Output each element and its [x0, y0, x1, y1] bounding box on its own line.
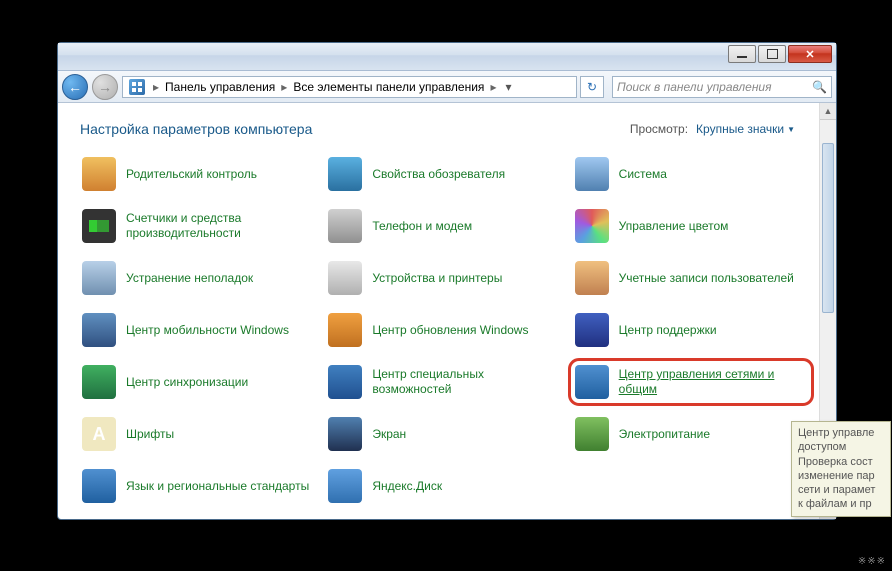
ic-system-icon [575, 157, 609, 191]
tooltip-line: изменение пар [798, 469, 884, 483]
cp-item[interactable]: Экран [326, 415, 562, 453]
cp-item-label: Учетные записи пользователей [619, 271, 794, 286]
scroll-thumb[interactable] [822, 143, 834, 313]
cp-item[interactable]: Язык и региональные стандарты [80, 467, 316, 505]
maximize-button[interactable] [758, 45, 786, 63]
page-title: Настройка параметров компьютера [80, 121, 312, 137]
ic-ease-icon [328, 365, 362, 399]
crumb-sep-icon: ▸ [149, 80, 163, 94]
cp-item-label: Телефон и модем [372, 219, 472, 234]
cp-item[interactable]: Система [573, 155, 809, 193]
cp-item[interactable]: Яндекс.Диск [326, 467, 562, 505]
content-area: Настройка параметров компьютера Просмотр… [58, 103, 836, 519]
forward-button[interactable]: → [92, 74, 118, 100]
cp-item-label: Центр поддержки [619, 323, 717, 338]
cp-item[interactable]: Учетные записи пользователей [573, 259, 809, 297]
cp-item-label: Язык и региональные стандарты [126, 479, 309, 494]
cp-item-label: Экран [372, 427, 406, 442]
items-grid: Родительский контроль Свойства обозревате… [80, 155, 815, 505]
ic-power-icon [575, 417, 609, 451]
cp-item[interactable]: Электропитание [573, 415, 809, 453]
navbar: ← → ▸ Панель управления ▸ Все элементы п… [58, 71, 836, 103]
cp-item-label: Устранение неполадок [126, 271, 253, 286]
cp-item-label: Счетчики и средства производительности [126, 211, 314, 241]
cp-item[interactable]: Телефон и модем [326, 207, 562, 245]
cp-item-label: Управление цветом [619, 219, 729, 234]
titlebar [58, 43, 836, 71]
content-header: Настройка параметров компьютера Просмотр… [80, 121, 815, 137]
search-placeholder: Поиск в панели управления [617, 80, 772, 94]
cp-item[interactable]: Родительский контроль [80, 155, 316, 193]
tooltip-line: к файлам и пр [798, 497, 884, 511]
view-mode-dropdown[interactable]: Крупные значки [696, 122, 795, 136]
breadcrumb-2[interactable]: Все элементы панели управления [291, 78, 486, 96]
cp-item[interactable]: Центр мобильности Windows [80, 311, 316, 349]
tooltip: Центр управле доступом Проверка сост изм… [791, 421, 891, 517]
minimize-button[interactable] [728, 45, 756, 63]
cp-item-label: Центр управления сетями и общим [619, 367, 807, 397]
cp-item[interactable]: Управление цветом [573, 207, 809, 245]
ic-phone-icon [328, 209, 362, 243]
cp-item[interactable]: Шрифты [80, 415, 316, 453]
cp-item-label: Устройства и принтеры [372, 271, 502, 286]
scroll-up-icon[interactable]: ▲ [820, 103, 836, 120]
ic-display-icon [328, 417, 362, 451]
close-button[interactable] [788, 45, 832, 63]
breadcrumb-1[interactable]: Панель управления [163, 78, 277, 96]
ic-mobility-icon [82, 313, 116, 347]
view-selector: Просмотр: Крупные значки [630, 122, 795, 136]
tooltip-line: Проверка сост [798, 455, 884, 469]
tooltip-line: Центр управле [798, 426, 884, 440]
cp-item-label: Яндекс.Диск [372, 479, 442, 494]
cp-item-label: Система [619, 167, 667, 182]
control-panel-icon [129, 79, 145, 95]
ic-devices-icon [328, 261, 362, 295]
cp-item[interactable]: Центр поддержки [573, 311, 809, 349]
address-drop-icon[interactable]: ▾ [500, 80, 516, 94]
cp-item-label: Родительский контроль [126, 167, 257, 182]
ic-region-icon [82, 469, 116, 503]
ic-action-icon [575, 313, 609, 347]
refresh-button[interactable]: ↻ [580, 76, 604, 98]
cp-item[interactable]: Счетчики и средства производительности [80, 207, 316, 245]
watermark: ※※※ [858, 556, 886, 567]
cp-item[interactable]: Центр специальных возможностей [326, 363, 562, 401]
cp-item[interactable]: Устройства и принтеры [326, 259, 562, 297]
ic-parental-icon [82, 157, 116, 191]
ic-internet-icon [328, 157, 362, 191]
ic-update-icon [328, 313, 362, 347]
tooltip-line: доступом [798, 440, 884, 454]
ic-perf-icon [82, 209, 116, 243]
cp-item[interactable]: Центр управления сетями и общим [573, 363, 809, 401]
cp-item-label: Центр мобильности Windows [126, 323, 289, 338]
crumb-sep-icon: ▸ [486, 80, 500, 94]
content-inner: Настройка параметров компьютера Просмотр… [58, 103, 819, 519]
search-icon: 🔍 [812, 80, 827, 94]
crumb-sep-icon: ▸ [277, 80, 291, 94]
ic-network-icon [575, 365, 609, 399]
cp-item[interactable]: Центр обновления Windows [326, 311, 562, 349]
cp-item[interactable]: Устранение неполадок [80, 259, 316, 297]
search-input[interactable]: Поиск в панели управления 🔍 [612, 76, 832, 98]
ic-color-icon [575, 209, 609, 243]
cp-item-label: Свойства обозревателя [372, 167, 505, 182]
cp-item-label: Центр синхронизации [126, 375, 248, 390]
cp-item[interactable]: Центр синхронизации [80, 363, 316, 401]
ic-users-icon [575, 261, 609, 295]
control-panel-window: ← → ▸ Панель управления ▸ Все элементы п… [57, 42, 837, 520]
ic-sync-icon [82, 365, 116, 399]
cp-item-label: Шрифты [126, 427, 174, 442]
ic-trouble-icon [82, 261, 116, 295]
cp-item-label: Центр обновления Windows [372, 323, 528, 338]
address-bar[interactable]: ▸ Панель управления ▸ Все элементы панел… [122, 76, 577, 98]
cp-item[interactable]: Свойства обозревателя [326, 155, 562, 193]
ic-yandex-icon [328, 469, 362, 503]
ic-fonts-icon [82, 417, 116, 451]
view-label: Просмотр: [630, 122, 688, 136]
cp-item-label: Центр специальных возможностей [372, 367, 560, 397]
back-button[interactable]: ← [62, 74, 88, 100]
cp-item-label: Электропитание [619, 427, 710, 442]
tooltip-line: сети и парамет [798, 483, 884, 497]
